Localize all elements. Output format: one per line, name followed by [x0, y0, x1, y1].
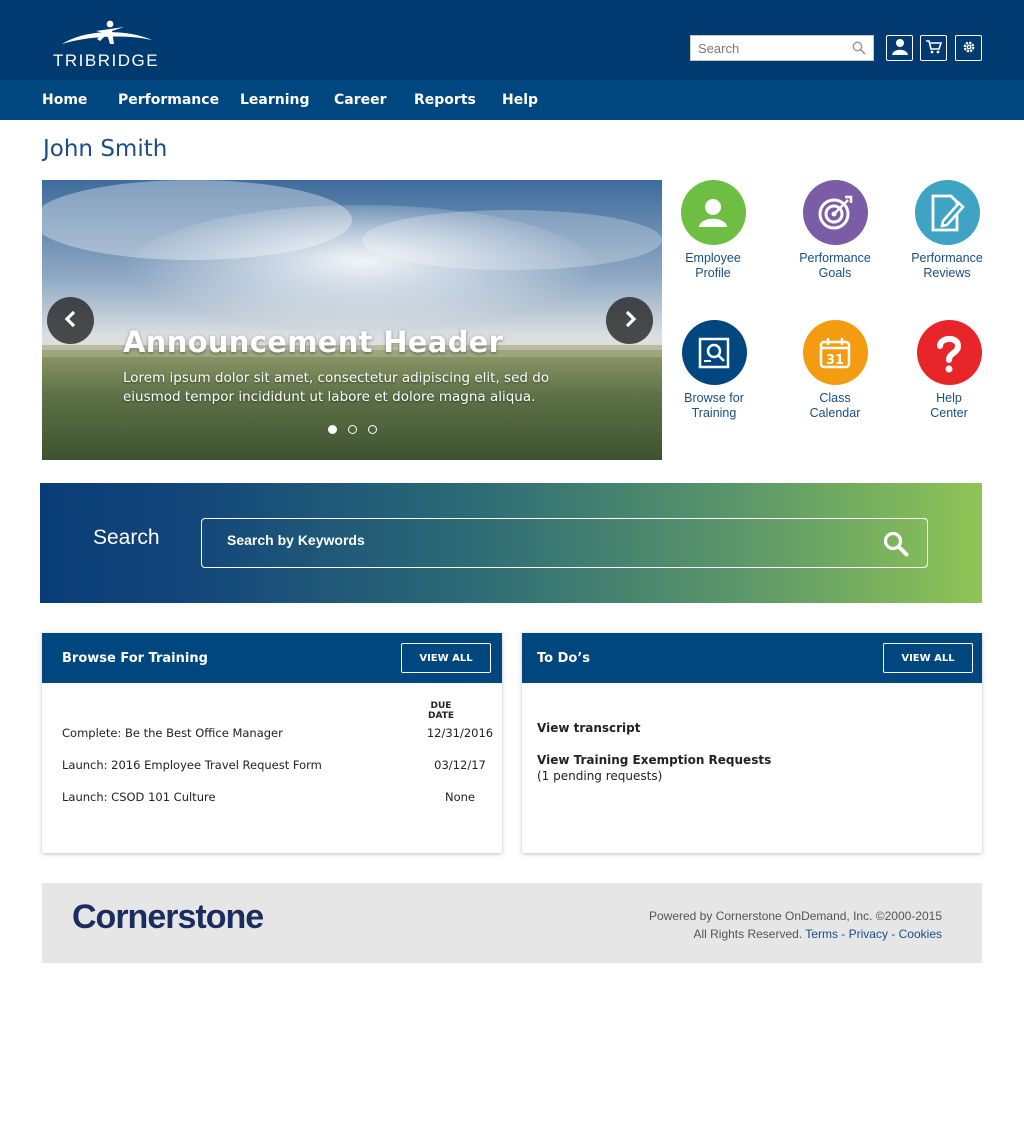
tile-label: Employee Profile	[685, 251, 741, 280]
tile-label: Class Calendar	[809, 391, 861, 420]
carousel-next-button[interactable]	[606, 297, 653, 344]
cornerstone-logo: Cornerstone	[72, 898, 264, 936]
nav-help[interactable]: Help	[502, 92, 538, 108]
view-transcript-link[interactable]: View transcript	[537, 721, 641, 735]
powered-by-text: Powered by Cornerstone OnDemand, Inc. ©2…	[648, 909, 942, 923]
cart-icon	[925, 39, 942, 58]
card-title: To Do’s	[537, 651, 590, 666]
view-all-todos-button[interactable]: VIEW ALL	[883, 643, 973, 673]
footer-rights-line: All Rights Reserved. Terms - Privacy - C…	[693, 927, 942, 941]
todo-card: To Do’s VIEW ALL View transcript View Tr…	[522, 633, 982, 853]
tile-browse-training[interactable]: Browse for Training	[659, 320, 769, 421]
carousel-dot-3[interactable]	[368, 425, 377, 434]
calendar-icon: 31	[802, 320, 868, 385]
keyword-search-band: Search	[40, 483, 982, 603]
settings-button[interactable]	[955, 35, 982, 61]
keyword-search-input[interactable]	[227, 532, 827, 548]
cookies-link[interactable]: Cookies	[899, 927, 942, 941]
carousel-dot-1[interactable]	[328, 425, 337, 434]
header-search-input[interactable]	[691, 36, 841, 60]
due-date: None	[444, 790, 475, 804]
table-row[interactable]: Complete: Be the Best Office Manager 12/…	[62, 726, 493, 742]
carousel-dot-2[interactable]	[348, 425, 357, 434]
training-name[interactable]: Launch: 2016 Employee Travel Request For…	[62, 758, 322, 772]
pending-requests-count: (1 pending requests)	[537, 769, 663, 783]
due-date: 03/12/17	[434, 758, 486, 772]
table-row[interactable]: Launch: CSOD 101 Culture None	[62, 790, 482, 806]
table-row[interactable]: Launch: 2016 Employee Travel Request For…	[62, 758, 486, 774]
search-icon[interactable]	[852, 40, 866, 59]
tile-employee-profile[interactable]: Employee Profile	[658, 180, 768, 281]
announcement-carousel: Announcement Header Lorem ipsum dolor si…	[42, 180, 662, 460]
view-all-training-button[interactable]: VIEW ALL	[401, 643, 491, 673]
card-header: Browse For Training VIEW ALL	[42, 633, 502, 683]
question-icon	[916, 320, 982, 385]
search-icon[interactable]	[883, 531, 909, 561]
nav-career[interactable]: Career	[334, 92, 387, 108]
announcement-header: Announcement Header	[123, 325, 504, 359]
tribridge-logo[interactable]: TRIBRIDGE	[44, 18, 168, 70]
user-profile-button[interactable]	[886, 35, 913, 61]
tile-performance-reviews[interactable]: Performance Reviews	[892, 180, 1002, 281]
top-header: TRIBRIDGE	[0, 0, 1024, 80]
keyword-search-box	[201, 518, 928, 568]
calendar-day: 31	[826, 353, 844, 368]
main-nav: Home Performance Learning Career Reports…	[0, 80, 1024, 120]
nav-performance[interactable]: Performance	[118, 92, 219, 108]
person-icon	[680, 180, 746, 245]
card-title: Browse For Training	[62, 651, 208, 666]
due-date: 12/31/2016	[426, 726, 494, 740]
tile-class-calendar[interactable]: 31 Class Calendar	[780, 320, 890, 421]
chevron-right-icon	[622, 310, 638, 332]
browse-training-icon	[681, 320, 747, 385]
page-title: John Smith	[43, 136, 168, 162]
target-icon	[802, 180, 868, 245]
tile-label: Help Center	[930, 391, 968, 420]
logo-text: TRIBRIDGE	[52, 51, 160, 70]
due-date-header: DUE DATE	[427, 701, 455, 721]
rights-text: All Rights Reserved.	[693, 927, 803, 941]
training-name[interactable]: Launch: CSOD 101 Culture	[62, 790, 216, 804]
nav-learning[interactable]: Learning	[240, 92, 310, 108]
privacy-link[interactable]: Privacy	[849, 927, 888, 941]
tile-performance-goals[interactable]: Performance Goals	[780, 180, 890, 281]
tile-label: Browse for Training	[684, 391, 744, 420]
header-search	[690, 35, 874, 61]
tile-help-center[interactable]: Help Center	[894, 320, 1004, 421]
edit-document-icon	[914, 180, 980, 245]
carousel-prev-button[interactable]	[47, 297, 94, 344]
browse-training-card: Browse For Training VIEW ALL DUE DATE Co…	[42, 633, 502, 853]
view-exemption-requests-link[interactable]: View Training Exemption Requests	[537, 753, 771, 767]
separator: -	[887, 927, 899, 941]
nav-reports[interactable]: Reports	[414, 92, 476, 108]
training-name[interactable]: Complete: Be the Best Office Manager	[62, 726, 283, 740]
separator: -	[837, 927, 849, 941]
tile-label: Performance Reviews	[911, 251, 983, 280]
terms-link[interactable]: Terms	[805, 927, 838, 941]
search-band-label: Search	[93, 526, 160, 549]
card-header: To Do’s VIEW ALL	[522, 633, 982, 683]
announcement-text: Lorem ipsum dolor sit amet, consectetur …	[123, 370, 550, 405]
cart-button[interactable]	[920, 35, 947, 61]
user-icon	[891, 37, 909, 59]
chevron-left-icon	[63, 310, 79, 332]
tile-label: Performance Goals	[799, 251, 871, 280]
gear-icon	[962, 39, 976, 58]
footer: Cornerstone Powered by Cornerstone OnDem…	[42, 883, 982, 963]
nav-home[interactable]: Home	[42, 92, 87, 108]
carousel-background-image	[42, 180, 662, 460]
